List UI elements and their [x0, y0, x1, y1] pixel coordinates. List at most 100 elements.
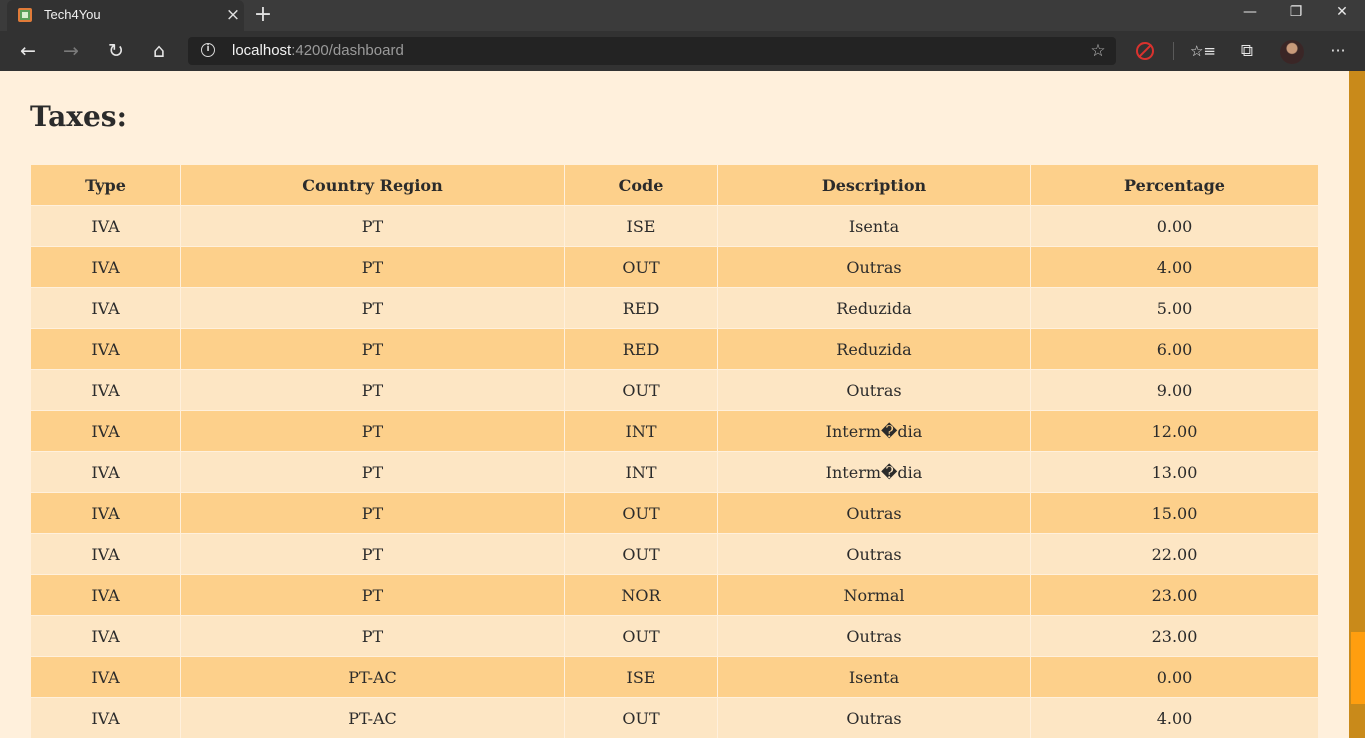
cell-type: IVA	[30, 533, 181, 575]
cell-code: OUT	[564, 369, 718, 411]
cell-country-region: PT	[180, 574, 565, 616]
tab-title: Tech4You	[44, 7, 101, 22]
cell-type: IVA	[30, 615, 181, 657]
cell-country-region: PT	[180, 328, 565, 370]
table-row: IVA PT OUT Outras 9.00	[30, 369, 1319, 411]
url-path: :4200/dashboard	[291, 42, 404, 59]
more-menu-icon[interactable]: ···	[1323, 36, 1353, 66]
cell-country-region: PT	[180, 410, 565, 452]
dashboard-page: Taxes: Type Country Region Code Descript…	[0, 71, 1349, 738]
close-tab-icon[interactable]: ×	[224, 6, 242, 24]
cell-type: IVA	[30, 246, 181, 288]
cell-type: IVA	[30, 451, 181, 493]
cell-description: Outras	[717, 615, 1031, 657]
url-text[interactable]: localhost:4200/dashboard	[232, 42, 404, 59]
cell-code: NOR	[564, 574, 718, 616]
forward-button[interactable]: →	[56, 36, 86, 66]
blocker-extension-icon[interactable]	[1136, 42, 1154, 60]
minimize-button[interactable]: —	[1227, 0, 1273, 31]
cell-type: IVA	[30, 574, 181, 616]
collections-icon[interactable]: ⧉	[1232, 36, 1262, 66]
cell-type: IVA	[30, 287, 181, 329]
cell-percentage: 4.00	[1030, 697, 1319, 738]
cell-description: Outras	[717, 246, 1031, 288]
cell-country-region: PT	[180, 533, 565, 575]
cell-description: Outras	[717, 369, 1031, 411]
cell-country-region: PT	[180, 287, 565, 329]
column-header-country-region: Country Region	[180, 164, 565, 206]
browser-tab[interactable]: Tech4You ×	[7, 0, 244, 32]
cell-country-region: PT	[180, 451, 565, 493]
favorites-icon[interactable]: ☆≡	[1188, 36, 1218, 66]
cell-type: IVA	[30, 697, 181, 738]
cell-code: RED	[564, 328, 718, 370]
home-button[interactable]: ⌂	[144, 36, 174, 66]
cell-description: Interm�dia	[717, 410, 1031, 452]
cell-description: Reduzida	[717, 328, 1031, 370]
cell-percentage: 0.00	[1030, 656, 1319, 698]
cell-country-region: PT	[180, 205, 565, 247]
toolbar-divider	[1173, 42, 1174, 60]
back-button[interactable]: ←	[13, 36, 43, 66]
cell-percentage: 12.00	[1030, 410, 1319, 452]
table-row: IVA PT ISE Isenta 0.00	[30, 205, 1319, 247]
cell-percentage: 23.00	[1030, 574, 1319, 616]
table-row: IVA PT RED Reduzida 6.00	[30, 328, 1319, 370]
table-row: IVA PT OUT Outras 23.00	[30, 615, 1319, 657]
cell-description: Outras	[717, 533, 1031, 575]
favorite-star-icon[interactable]: ☆	[1087, 39, 1109, 63]
new-tab-button[interactable]: +	[252, 4, 274, 26]
profile-avatar[interactable]	[1280, 40, 1304, 64]
table-header-row: Type Country Region Code Description Per…	[30, 164, 1319, 206]
cell-percentage: 22.00	[1030, 533, 1319, 575]
cell-code: ISE	[564, 205, 718, 247]
url-host: localhost	[232, 42, 292, 59]
column-header-type: Type	[30, 164, 181, 206]
cell-percentage: 23.00	[1030, 615, 1319, 657]
cell-country-region: PT	[180, 246, 565, 288]
cell-description: Interm�dia	[717, 451, 1031, 493]
cell-description: Outras	[717, 697, 1031, 738]
cell-percentage: 4.00	[1030, 246, 1319, 288]
taxes-table-container: Type Country Region Code Description Per…	[30, 164, 1319, 738]
restore-button[interactable]: ❐	[1273, 0, 1319, 31]
cell-type: IVA	[30, 369, 181, 411]
cell-description: Isenta	[717, 656, 1031, 698]
cell-percentage: 5.00	[1030, 287, 1319, 329]
app-favicon-icon	[18, 8, 32, 22]
column-header-description: Description	[717, 164, 1031, 206]
site-info-icon[interactable]: i	[201, 43, 215, 57]
browser-toolbar: ← → ↻ ⌂ i localhost:4200/dashboard ☆ ☆≡ …	[0, 31, 1365, 71]
cell-code: RED	[564, 287, 718, 329]
cell-country-region: PT	[180, 615, 565, 657]
scrollbar-thumb[interactable]	[1351, 632, 1365, 704]
cell-type: IVA	[30, 205, 181, 247]
cell-code: OUT	[564, 533, 718, 575]
cell-description: Isenta	[717, 205, 1031, 247]
table-row: IVA PT NOR Normal 23.00	[30, 574, 1319, 616]
browser-titlebar: Tech4You × + — ❐ ✕	[0, 0, 1365, 32]
table-row: IVA PT OUT Outras 22.00	[30, 533, 1319, 575]
cell-country-region: PT-AC	[180, 697, 565, 738]
cell-percentage: 6.00	[1030, 328, 1319, 370]
cell-percentage: 15.00	[1030, 492, 1319, 534]
table-row: IVA PT OUT Outras 15.00	[30, 492, 1319, 534]
table-row: IVA PT OUT Outras 4.00	[30, 246, 1319, 288]
cell-type: IVA	[30, 328, 181, 370]
address-bar[interactable]: i localhost:4200/dashboard ☆	[188, 37, 1116, 65]
cell-type: IVA	[30, 492, 181, 534]
table-row: IVA PT INT Interm�dia 12.00	[30, 410, 1319, 452]
table-row: IVA PT-AC ISE Isenta 0.00	[30, 656, 1319, 698]
cell-country-region: PT	[180, 369, 565, 411]
column-header-percentage: Percentage	[1030, 164, 1319, 206]
page-title: Taxes:	[30, 100, 127, 133]
cell-code: INT	[564, 410, 718, 452]
cell-percentage: 13.00	[1030, 451, 1319, 493]
cell-description: Reduzida	[717, 287, 1031, 329]
reload-button[interactable]: ↻	[101, 36, 131, 66]
close-window-button[interactable]: ✕	[1319, 0, 1365, 31]
cell-percentage: 9.00	[1030, 369, 1319, 411]
cell-code: INT	[564, 451, 718, 493]
cell-code: OUT	[564, 615, 718, 657]
cell-description: Outras	[717, 492, 1031, 534]
